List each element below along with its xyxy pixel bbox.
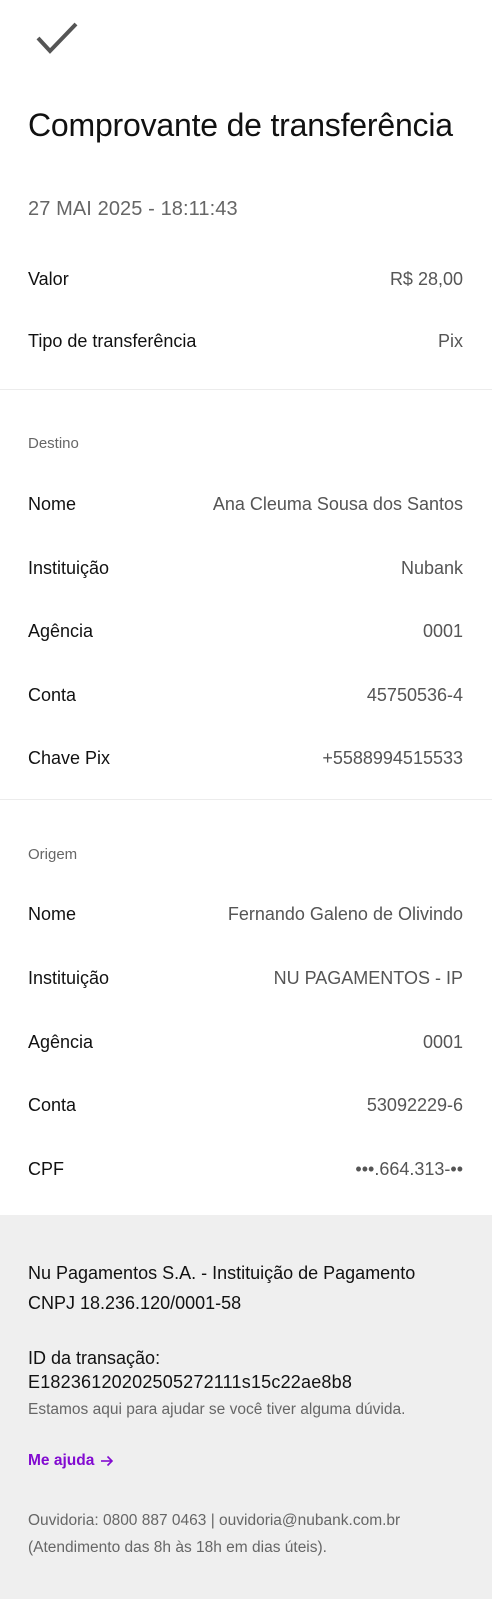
origem-agencia-value: 0001 (422, 1031, 463, 1052)
divider (0, 389, 492, 390)
ombudsman-info: Ouvidoria: 0800 887 0463 | ouvidoria@nub… (28, 1507, 478, 1561)
destino-conta-row: Conta 45750536-4 (28, 680, 463, 710)
destino-agencia-label: Agência (28, 620, 94, 641)
company-info: Nu Pagamentos S.A. - Instituição de Paga… (28, 1258, 468, 1318)
origem-cpf-value: •••.664.313-•• (355, 1158, 463, 1179)
transaction-id-label: ID da transação: (28, 1348, 161, 1368)
destino-nome-value: Ana Cleuma Sousa dos Santos (212, 493, 463, 514)
destino-instituicao-label: Instituição (28, 557, 110, 578)
valor-row: Valor R$ 28,00 (28, 264, 463, 294)
origem-agencia-label: Agência (28, 1031, 94, 1052)
destino-instituicao-value: Nubank (400, 557, 463, 578)
ombudsman-contact: Ouvidoria: 0800 887 0463 | ouvidoria@nub… (28, 1512, 401, 1529)
help-text: Estamos aqui para ajudar se você tiver a… (28, 1401, 406, 1418)
origem-conta-value: 53092229-6 (366, 1094, 463, 1115)
page-title: Comprovante de transferência (28, 107, 453, 143)
company-name: Nu Pagamentos S.A. - Instituição de Paga… (28, 1263, 416, 1283)
origem-instituicao-value: NU PAGAMENTOS - IP (273, 967, 463, 988)
divider (0, 799, 492, 800)
origem-conta-row: Conta 53092229-6 (28, 1090, 463, 1120)
transaction-date: 27 MAI 2025 - 18:11:43 (28, 198, 238, 220)
tipo-value: Pix (437, 330, 463, 351)
transaction-id-value: E18236120202505272111s15c22ae8b8 (28, 1372, 353, 1392)
checkmark-icon (36, 22, 78, 54)
tipo-label: Tipo de transferência (28, 330, 197, 351)
destino-chave-value: +5588994515533 (322, 747, 463, 768)
origem-heading: Origem (28, 846, 78, 863)
help-link-label: Me ajuda (28, 1452, 95, 1469)
origem-cpf-row: CPF •••.664.313-•• (28, 1154, 463, 1184)
origem-agencia-row: Agência 0001 (28, 1027, 463, 1057)
help-link[interactable]: Me ajuda (28, 1452, 114, 1470)
origem-conta-label: Conta (28, 1094, 77, 1115)
valor-value: R$ 28,00 (389, 268, 463, 289)
destino-agencia-value: 0001 (422, 620, 463, 641)
ombudsman-hours: (Atendimento das 8h às 18h em dias úteis… (28, 1539, 327, 1556)
destino-conta-value: 45750536-4 (366, 684, 463, 705)
destino-heading: Destino (28, 435, 79, 452)
arrow-right-icon (101, 1455, 114, 1467)
company-cnpj: CNPJ 18.236.120/0001-58 (28, 1293, 242, 1313)
close-button[interactable] (36, 20, 80, 56)
valor-label: Valor (28, 268, 69, 289)
destino-chave-label: Chave Pix (28, 747, 111, 768)
destino-chave-row: Chave Pix +5588994515533 (28, 743, 463, 773)
tipo-row: Tipo de transferência Pix (28, 326, 463, 356)
destino-nome-row: Nome Ana Cleuma Sousa dos Santos (28, 489, 463, 519)
origem-instituicao-row: Instituição NU PAGAMENTOS - IP (28, 963, 463, 993)
destino-agencia-row: Agência 0001 (28, 616, 463, 646)
origem-instituicao-label: Instituição (28, 967, 110, 988)
origem-nome-value: Fernando Galeno de Olivindo (227, 903, 463, 924)
origem-nome-row: Nome Fernando Galeno de Olivindo (28, 899, 463, 929)
origem-cpf-label: CPF (28, 1158, 64, 1179)
destino-instituicao-row: Instituição Nubank (28, 553, 463, 583)
destino-conta-label: Conta (28, 684, 77, 705)
footer-panel: Nu Pagamentos S.A. - Instituição de Paga… (0, 1215, 492, 1599)
origem-nome-label: Nome (28, 903, 77, 924)
destino-nome-label: Nome (28, 493, 77, 514)
